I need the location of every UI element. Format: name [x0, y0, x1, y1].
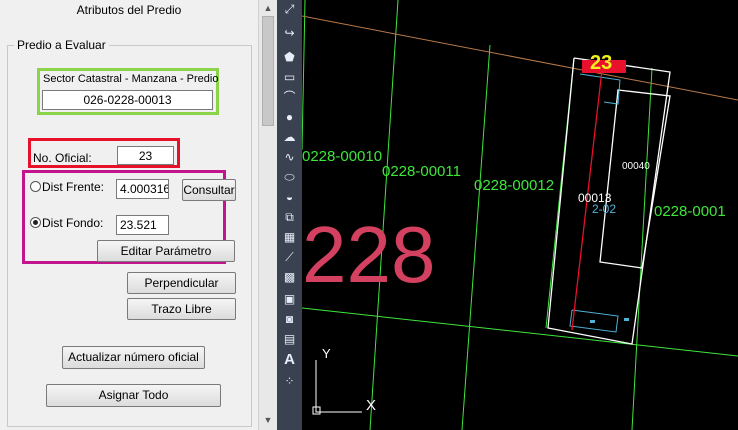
redo-icon[interactable]: ↪	[280, 24, 299, 42]
actualizar-numero-button[interactable]: Actualizar número oficial	[62, 346, 205, 369]
lot-boundary-line	[631, 67, 653, 430]
lot-subtext: 2-02	[592, 202, 617, 216]
region-icon[interactable]: ◙	[280, 310, 299, 328]
building-outline	[599, 89, 671, 269]
sector-label: Sector Catastral - Manzana - Predio	[43, 73, 219, 85]
make-block-icon[interactable]: ▦	[280, 228, 299, 246]
add-selected-icon[interactable]: ⁘	[280, 372, 299, 390]
gradient-icon[interactable]: ▣	[280, 290, 299, 308]
insert-block-icon[interactable]: ⧉	[280, 208, 299, 226]
drawing-canvas[interactable]: 0228-00010 0228-00011 0228-00012 0228-00…	[302, 0, 738, 430]
dist-frente-field[interactable]: 4.0003164	[116, 179, 169, 199]
hatch-icon[interactable]: ▩	[280, 268, 299, 286]
group-label: Predio a Evaluar	[14, 38, 109, 52]
dist-frente-radio[interactable]	[30, 181, 41, 192]
rectangle-icon[interactable]: ▭	[280, 68, 299, 86]
lot-label: 0228-00012	[474, 177, 555, 194]
revision-cloud-icon[interactable]: ☁	[280, 128, 299, 146]
scrollbar-thumb[interactable]	[262, 16, 274, 126]
dist-fondo-label: Dist Fondo:	[42, 216, 104, 230]
scroll-down-icon[interactable]: ▼	[262, 414, 274, 426]
draw-toolbar: ⤢ ↪ ⬟ ▭ ⌒ ● ☁ ∿ ⬭ ◒ ⧉ ▦ ⟋ ▩ ▣ ◙ ▤ A ⁘	[277, 0, 302, 430]
arc-icon[interactable]: ⌒	[280, 88, 299, 106]
panel-title: Atributos del Predio	[76, 3, 182, 17]
polygon-icon[interactable]: ⬟	[280, 48, 299, 66]
spline-icon[interactable]: ∿	[280, 148, 299, 166]
lot-label: 0228-00010	[302, 148, 383, 165]
consultar-button[interactable]: Consultar	[182, 179, 236, 201]
lot-label: 0228-00011	[382, 163, 461, 180]
lot-boundary-line	[302, 307, 738, 357]
attributes-panel: Atributos del Predio Predio a Evaluar Se…	[0, 0, 258, 430]
structure-mark	[624, 318, 629, 321]
asignar-todo-button[interactable]: Asignar Todo	[46, 384, 221, 407]
table-icon[interactable]: ▤	[280, 330, 299, 348]
lot-label: 0228-0001	[654, 203, 726, 220]
lot-boundary-line	[302, 0, 306, 151]
zoom-extents-icon[interactable]: ⤢	[280, 0, 299, 18]
panel-scrollbar[interactable]: ▲ ▼	[258, 0, 277, 430]
scroll-up-icon[interactable]: ▲	[262, 2, 274, 14]
perpendicular-button[interactable]: Perpendicular	[127, 272, 236, 294]
ucs-x-label: X	[366, 397, 377, 414]
predio-field[interactable]: 026-0228-00013	[42, 90, 213, 110]
ucs-icon	[315, 360, 362, 413]
trazo-libre-button[interactable]: Trazo Libre	[127, 298, 236, 320]
no-oficial-label: No. Oficial:	[33, 151, 92, 165]
dist-fondo-radio[interactable]	[30, 217, 41, 228]
dist-fondo-field[interactable]: 23.521	[116, 215, 169, 235]
multiline-text-icon[interactable]: A	[280, 351, 299, 369]
point-icon[interactable]: ⟋	[280, 248, 299, 266]
no-oficial-field[interactable]: 23	[117, 146, 174, 165]
dist-frente-label: Dist Frente:	[42, 180, 105, 194]
ellipse-icon[interactable]: ⬭	[280, 168, 299, 186]
ucs-y-label: Y	[322, 346, 331, 361]
editar-parametro-button[interactable]: Editar Parámetro	[97, 240, 235, 262]
ellipse-arc-icon[interactable]: ◒	[280, 188, 299, 206]
manzana-number: 228	[302, 210, 436, 299]
official-number-label: 23	[590, 52, 613, 74]
lot-00040-label: 00040	[622, 161, 650, 172]
circle-icon[interactable]: ●	[280, 108, 299, 126]
street-edge-line	[302, 15, 738, 101]
structure-mark	[590, 320, 595, 323]
lot-boundary-line	[461, 44, 491, 430]
